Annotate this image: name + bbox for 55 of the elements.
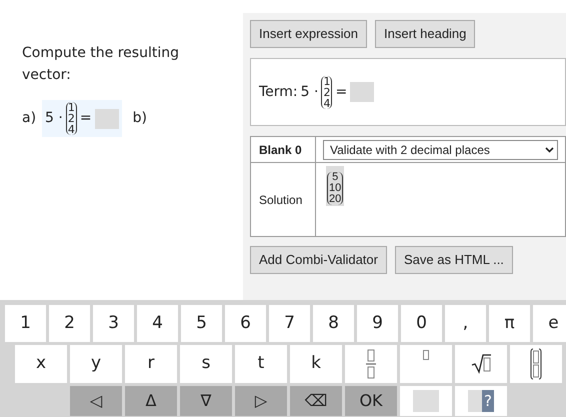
key[interactable]: ⌫ xyxy=(290,386,342,416)
vector: 1 2 4 xyxy=(66,102,77,135)
key[interactable]: ∇ xyxy=(180,386,232,416)
key[interactable]: 6 xyxy=(225,305,266,342)
toolbar-button[interactable]: Insert heading xyxy=(375,20,476,48)
key[interactable]: 5 xyxy=(181,305,222,342)
key[interactable]: π xyxy=(489,305,530,342)
key[interactable] xyxy=(510,345,562,383)
key[interactable]: , xyxy=(445,305,486,342)
key[interactable]: t xyxy=(235,345,287,383)
key[interactable]: 4 xyxy=(137,305,178,342)
answer-blank[interactable] xyxy=(94,108,119,128)
prompt-text: Compute the resulting vector: xyxy=(22,44,180,85)
key[interactable] xyxy=(455,345,507,383)
vector: 1 2 4 xyxy=(321,76,332,108)
math-text: = xyxy=(80,109,92,128)
key[interactable]: 0 xyxy=(401,305,442,342)
mode-select[interactable]: Validate with 2 decimal places xyxy=(323,140,558,160)
key[interactable]: ▷ xyxy=(235,386,287,416)
key[interactable]: x xyxy=(15,345,67,383)
action-button[interactable]: Save as HTML ... xyxy=(394,246,513,274)
term-label: Term: xyxy=(259,82,298,102)
square-root-icon xyxy=(471,354,491,374)
key[interactable]: y xyxy=(70,345,122,383)
key[interactable]: 9 xyxy=(357,305,398,342)
exponent-icon xyxy=(423,350,429,360)
chevron-down-icon xyxy=(545,146,554,152)
math-text: 5 · xyxy=(45,109,63,128)
key[interactable]: ◁ xyxy=(70,386,122,416)
key[interactable]: OK xyxy=(345,386,397,416)
key[interactable]: Δ xyxy=(125,386,177,416)
table-cell: Solution xyxy=(251,163,316,236)
key[interactable]: 2 xyxy=(49,305,90,342)
key[interactable]: e xyxy=(533,305,566,342)
vector: 5 10 20 xyxy=(327,172,344,205)
solution-field[interactable]: 5 10 20 xyxy=(326,166,344,206)
placeholder-mark: ? xyxy=(482,390,494,412)
key[interactable]: s xyxy=(180,345,232,383)
key[interactable]: r xyxy=(125,345,177,383)
answer-blank[interactable] xyxy=(350,82,374,102)
math-text: 5 · xyxy=(300,82,318,102)
key[interactable]: 3 xyxy=(93,305,134,342)
table-cell: Blank 0 xyxy=(251,137,316,163)
key[interactable]: 1 xyxy=(5,305,46,342)
item-label: a) xyxy=(22,109,36,128)
math-text: = xyxy=(335,82,348,102)
key[interactable]: 8 xyxy=(313,305,354,342)
key[interactable]: k xyxy=(290,345,342,383)
toolbar-button[interactable]: Insert expression xyxy=(250,20,367,48)
matrix-icon xyxy=(530,348,542,380)
key[interactable]: 7 xyxy=(269,305,310,342)
key[interactable]: ? xyxy=(455,386,507,416)
item-label: b) xyxy=(132,109,147,128)
fraction-icon xyxy=(366,349,376,379)
action-button[interactable]: Add Combi-Validator xyxy=(250,246,387,274)
